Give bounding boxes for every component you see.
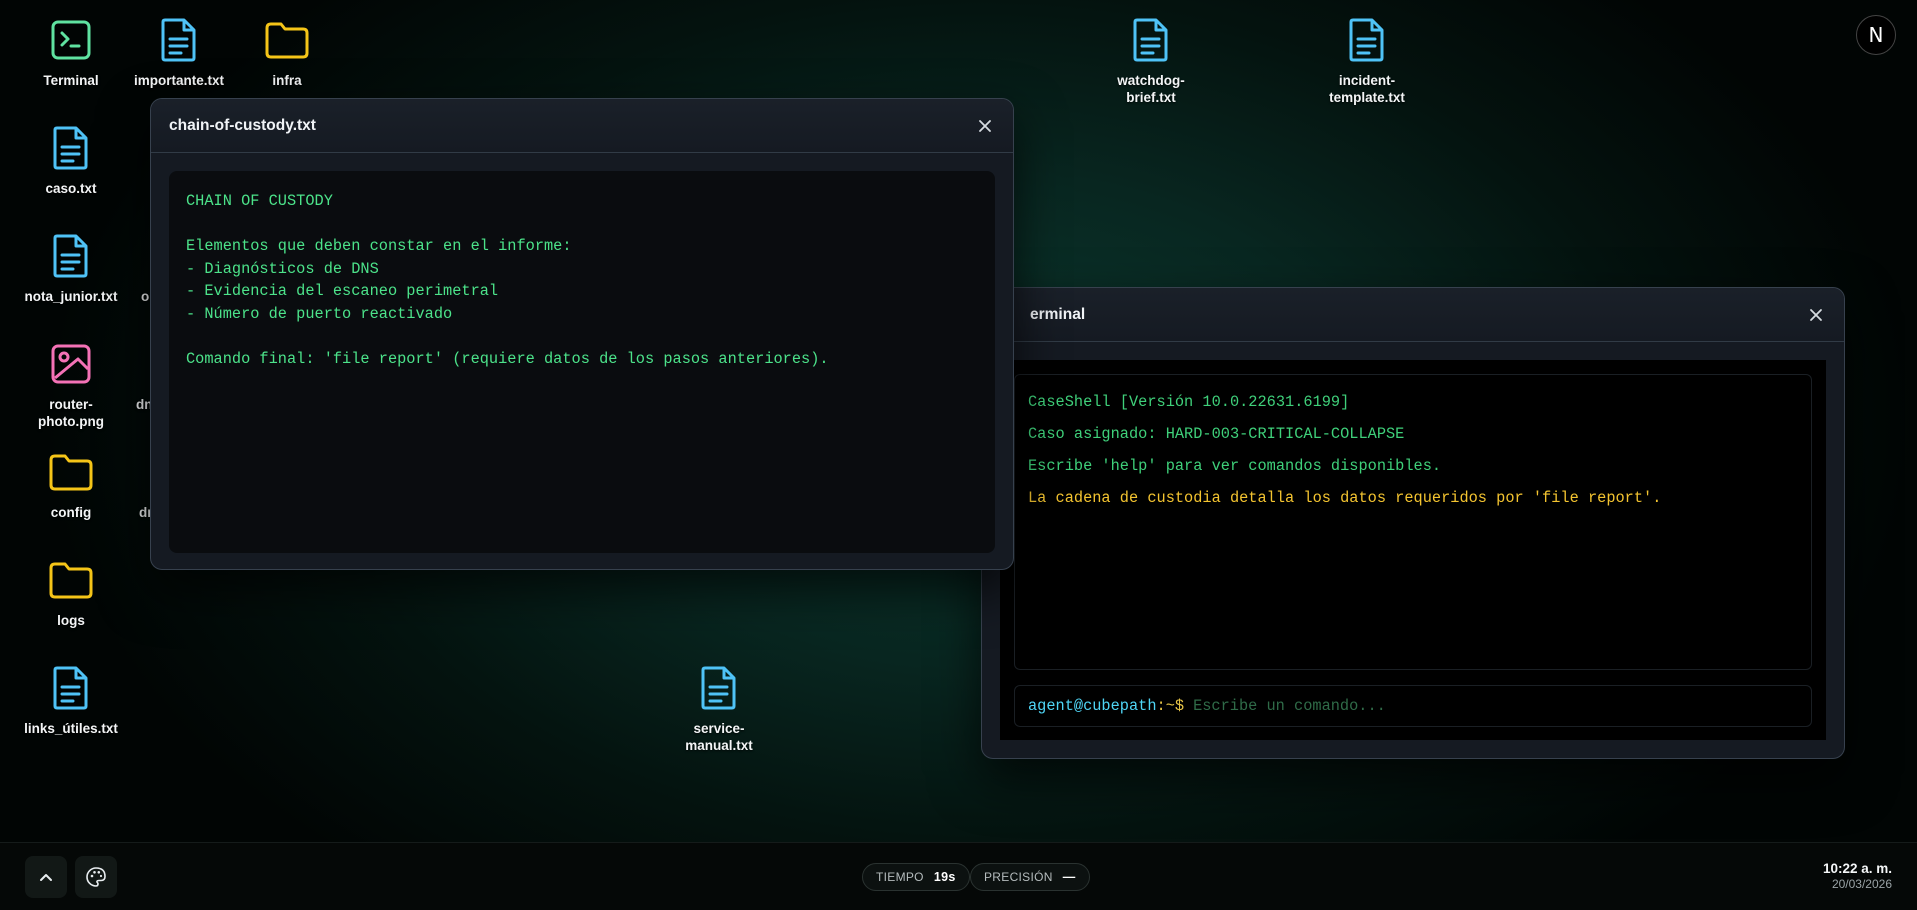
clock-date: 20/03/2026 (1831, 877, 1892, 891)
image-icon (47, 340, 95, 388)
desktop-icon-label: config (50, 505, 92, 520)
terminal-output-line: Escribe 'help' para ver comandos disponi… (1028, 457, 1442, 475)
time-value: 19s (933, 870, 956, 884)
document-line: Comando final: 'file report' (requiere d… (186, 349, 829, 368)
document-window[interactable]: chain-of-custody.txt CHAIN OF CUSTODY El… (150, 98, 1014, 570)
terminal-body: CaseShell [Versión 10.0.22631.6199] Caso… (1000, 360, 1826, 740)
system-clock[interactable]: 10:22 a. m. 20/03/2026 (1823, 861, 1892, 891)
terminal-icon (47, 16, 95, 64)
desktop-icon-label: caso.txt (45, 181, 97, 196)
desktop-icon-label: infra (272, 73, 302, 88)
desktop-icon-service-manual[interactable]: service-manual.txt (664, 664, 774, 754)
close-icon[interactable] (975, 116, 995, 136)
document-icon (155, 16, 203, 64)
terminal-input-row[interactable]: agent@cubepath:~$ (1014, 685, 1812, 727)
desktop-icon-importante[interactable]: importante.txt (124, 16, 234, 89)
folder-icon (47, 448, 95, 496)
folder-icon (47, 556, 95, 604)
time-indicator: TIEMPO 19s (862, 863, 970, 891)
taskbar: TIEMPO 19s PRECISIÓN — 10:22 a. m. 20/03… (0, 842, 1917, 910)
prompt-path: :~$ (1156, 697, 1185, 715)
document-line: CHAIN OF CUSTODY (186, 192, 333, 210)
terminal-output-line: La cadena de custodia detalla los datos … (1028, 489, 1662, 507)
desktop-icon-logs[interactable]: logs (16, 556, 126, 629)
folder-icon (263, 16, 311, 64)
terminal-output-line: CaseShell [Versión 10.0.22631.6199] (1028, 393, 1350, 411)
desktop-icon-label: logs (57, 613, 85, 628)
document-line: Elementos que deben constar en el inform… (186, 237, 572, 255)
desktop: Terminal importante.txt infra watchdog-b… (0, 0, 1917, 842)
document-icon (695, 664, 743, 712)
prompt-user: agent@cubepath (1028, 697, 1157, 715)
terminal-window[interactable]: erminal CaseShell [Versión 10.0.22631.61… (981, 287, 1845, 759)
document-line: - Evidencia del escaneo perimetral (186, 282, 499, 300)
document-icon (47, 664, 95, 712)
time-label: TIEMPO (876, 870, 924, 884)
desktop-icon-terminal[interactable]: Terminal (16, 16, 126, 89)
desktop-icon-caso[interactable]: caso.txt (16, 124, 126, 197)
document-icon (1343, 16, 1391, 64)
desktop-icon-label: importante.txt (133, 73, 224, 88)
close-icon[interactable] (1806, 305, 1826, 325)
terminal-output-line: Caso asignado: HARD-003-CRITICAL-COLLAPS… (1028, 425, 1405, 443)
precision-label: PRECISIÓN (984, 870, 1053, 884)
terminal-output: CaseShell [Versión 10.0.22631.6199] Caso… (1014, 374, 1812, 670)
desktop-icon-watchdog-brief[interactable]: watchdog-brief.txt (1096, 16, 1206, 106)
document-content: CHAIN OF CUSTODY Elementos que deben con… (169, 171, 995, 553)
desktop-icon-label: service-manual.txt (685, 721, 753, 753)
document-icon (1127, 16, 1175, 64)
document-icon (47, 124, 95, 172)
desktop-icon-label: links_útiles.txt (24, 721, 118, 736)
chevron-up-icon (40, 874, 52, 881)
profile-badge[interactable]: N (1856, 15, 1896, 55)
desktop-icon-label: watchdog-brief.txt (1117, 73, 1185, 105)
theme-button[interactable] (75, 856, 117, 898)
document-line: - Diagnósticos de DNS (186, 259, 379, 278)
palette-icon (86, 867, 106, 887)
window-title: erminal (1030, 305, 1086, 323)
start-menu-button[interactable] (25, 856, 67, 898)
document-line (186, 325, 978, 348)
command-input[interactable] (1193, 697, 1798, 715)
document-icon (47, 232, 95, 280)
document-body: CHAIN OF CUSTODY Elementos que deben con… (151, 153, 1013, 569)
clock-time: 10:22 a. m. (1822, 861, 1892, 876)
window-header[interactable]: erminal (982, 288, 1844, 342)
desktop-icon-label: o (141, 289, 150, 304)
document-line: - Número de puerto reactivado (186, 304, 453, 323)
precision-indicator: PRECISIÓN — (970, 863, 1090, 891)
document-line (186, 213, 978, 236)
desktop-icon-links-utiles[interactable]: links_útiles.txt (16, 664, 126, 737)
window-header[interactable]: chain-of-custody.txt (151, 99, 1013, 153)
desktop-icon-infra[interactable]: infra (232, 16, 342, 89)
window-title: chain-of-custody.txt (169, 116, 316, 134)
desktop-icon-label: incident-template.txt (1329, 73, 1405, 105)
desktop-icon-label: Terminal (43, 73, 99, 88)
precision-value: — (1062, 870, 1076, 884)
desktop-icon-incident-template[interactable]: incident-template.txt (1312, 16, 1422, 106)
